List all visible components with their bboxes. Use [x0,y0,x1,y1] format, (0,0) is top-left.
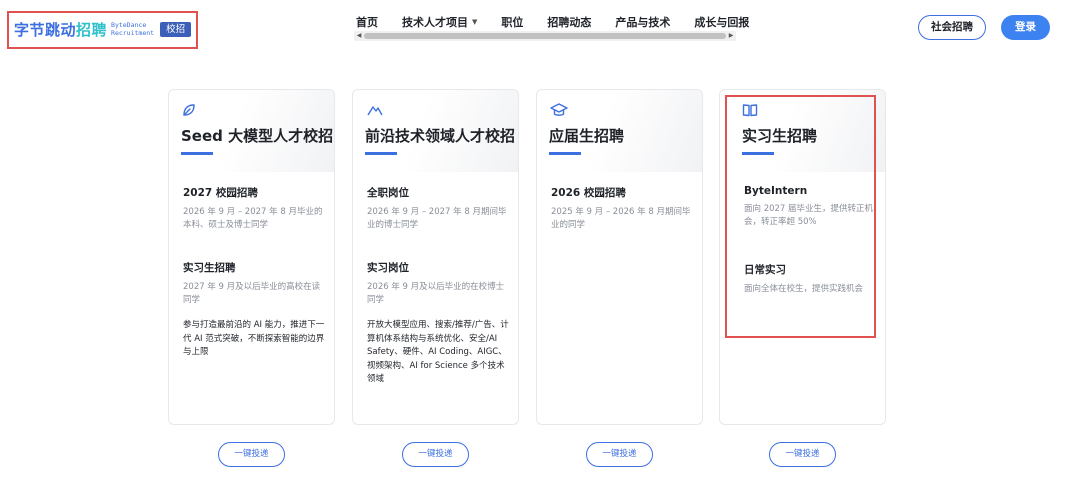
card-seed: Seed 大模型人才校招 2027 校园招聘 2026 年 9 月 – 2027… [168,89,335,425]
card-title: 前沿技术领域人才校招 [365,127,516,145]
chevron-down-icon: ▼ [472,18,478,26]
card-frontier-tech: 前沿技术领域人才校招 全职岗位 2026 年 9 月 – 2027 年 8 月期… [352,89,519,425]
card-section: ByteIntern 面向 2027 届毕业生，提供转正机会，转正率超 50% [744,185,885,229]
section-desc: 面向全体在校生，提供实践机会 [744,284,864,294]
nav-item-tech-talent[interactable]: 技术人才项目 ▼ [402,14,477,30]
card-header: 前沿技术领域人才校招 [353,90,518,172]
title-underline [181,152,213,155]
section-desc: 2027 年 9 月及以后毕业的高校在读同学 [183,282,321,305]
section-title: 实习岗位 [367,262,409,274]
nav-label: 技术人才项目 [402,16,468,29]
section-title: 2026 校园招聘 [551,187,626,199]
logo-text: 字节跳动招聘 [14,19,107,40]
section-title: ByteIntern [744,185,808,197]
campus-badge: 校招 [160,22,192,37]
card-section: 实习生招聘 2027 年 9 月及以后毕业的高校在读同学 [183,260,325,307]
title-underline [549,152,581,155]
login-button[interactable]: 登录 [1001,15,1050,40]
card-title: 应届生招聘 [549,127,625,145]
nav-label: 招聘动态 [547,16,592,29]
card-graduates: 应届生招聘 2026 校园招聘 2025 年 9 月 – 2026 年 8 月期… [536,89,703,425]
nav-label: 成长与回报 [694,16,750,29]
section-desc: 2026 年 9 月 – 2027 年 8 月毕业的本科、硕士及博士同学 [183,207,323,230]
leaf-icon [183,104,195,116]
section-desc: 面向 2027 届毕业生，提供转正机会，转正率超 50% [744,204,874,227]
title-underline [365,152,397,155]
logo-text-part1: 字节跳动 [14,21,77,39]
logo-text-part2: 招聘 [76,21,108,39]
section-desc: 2025 年 9 月 – 2026 年 8 月期间毕业的同学 [551,207,691,230]
section-title: 2027 校园招聘 [183,187,258,199]
card-note: 开放大模型应用、搜索/推荐/广告、计算机体系结构与系统优化、安全/AI Safe… [367,320,509,384]
nav-label: 职位 [501,16,524,29]
social-recruitment-button[interactable]: 社会招聘 [918,15,986,40]
card-title: 实习生招聘 [742,127,818,145]
card-note: 参与打造最前沿的 AI 能力，推进下一代 AI 范式突破，不断探索智能的边界与上… [183,320,325,357]
card-section: 实习岗位 2026 年 9 月及以后毕业的在校博士同学 [367,260,509,307]
title-underline [742,152,774,155]
nav-item-growth-rewards[interactable]: 成长与回报 [694,14,749,30]
scroll-left-arrow-icon[interactable]: ◀ [354,31,364,41]
apply-button-interns[interactable]: 一键投递 [769,442,836,467]
card-header: 实习生招聘 [720,90,885,172]
card-interns: 实习生招聘 ByteIntern 面向 2027 届毕业生，提供转正机会，转正率… [719,89,886,425]
card-section: 日常实习 面向全体在校生，提供实践机会 [744,262,885,296]
card-section: 2027 校园招聘 2026 年 9 月 – 2027 年 8 月毕业的本科、硕… [183,185,325,232]
nav-item-home[interactable]: 首页 [356,14,378,30]
apply-button-seed[interactable]: 一键投递 [218,442,285,467]
section-desc: 2026 年 9 月及以后毕业的在校博士同学 [367,282,505,305]
section-title: 日常实习 [744,264,786,276]
nav-item-jobs[interactable]: 职位 [501,14,523,30]
card-section: 2026 校园招聘 2025 年 9 月 – 2026 年 8 月期间毕业的同学 [551,185,693,232]
book-icon [742,104,758,117]
nav-label: 首页 [356,16,378,29]
card-section: 全职岗位 2026 年 9 月 – 2027 年 8 月期间毕业的博士同学 [367,185,509,232]
card-title: Seed 大模型人才校招 [181,127,334,145]
main-nav: 首页 技术人才项目 ▼ 职位 招聘动态 产品与技术 成长与回报 [356,14,749,30]
apply-button-frontier-tech[interactable]: 一键投递 [402,442,469,467]
card-header: 应届生招聘 [537,90,702,172]
section-title: 全职岗位 [367,187,409,199]
nav-scrollbar[interactable]: ◀ ▶ [354,31,736,41]
nav-label: 产品与技术 [615,16,671,29]
bytedance-logo[interactable]: 字节跳动招聘 ByteDance Recruitment 校招 [14,19,192,40]
nav-item-news[interactable]: 招聘动态 [547,14,591,30]
top-header: 字节跳动招聘 ByteDance Recruitment 校招 首页 技术人才项目… [0,0,1080,56]
section-desc: 2026 年 9 月 – 2027 年 8 月期间毕业的博士同学 [367,207,507,230]
scroll-right-arrow-icon[interactable]: ▶ [726,31,736,41]
card-header: Seed 大模型人才校招 [169,90,334,172]
scroll-thumb[interactable] [364,33,726,39]
section-title: 实习生招聘 [183,262,236,274]
mountain-icon [367,106,383,116]
logo-english: ByteDance Recruitment [111,21,155,37]
graduation-cap-icon [550,103,568,116]
nav-item-products-tech[interactable]: 产品与技术 [615,14,670,30]
apply-button-graduates[interactable]: 一键投递 [586,442,653,467]
logo-english-line2: Recruitment [111,28,155,37]
